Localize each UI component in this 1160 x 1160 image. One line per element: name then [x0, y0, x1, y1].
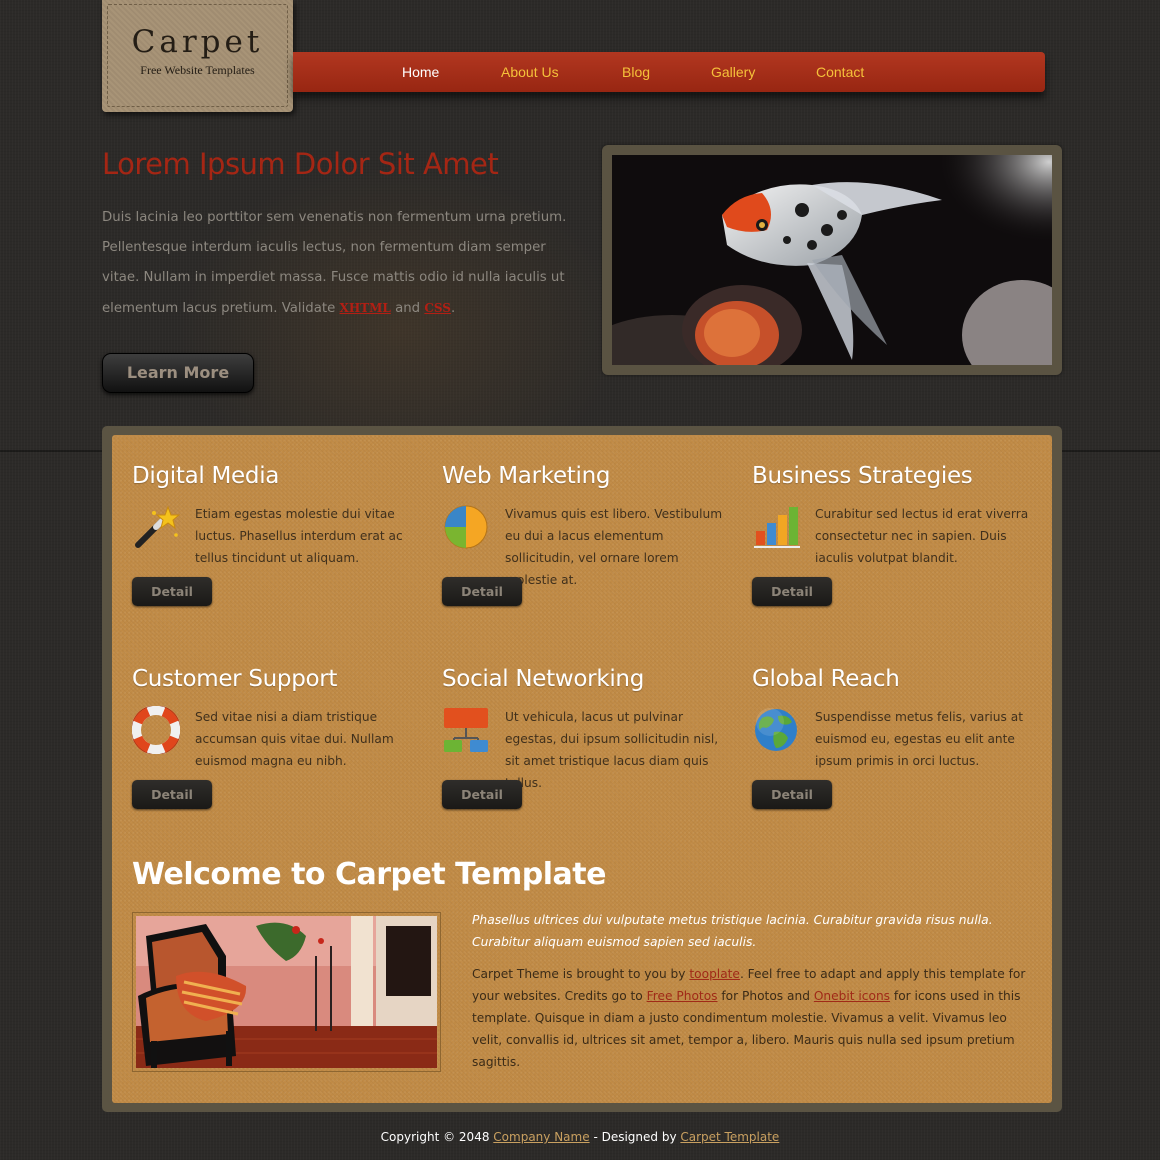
- xhtml-link[interactable]: XHTML: [340, 301, 391, 315]
- detail-button[interactable]: Detail: [442, 780, 522, 809]
- angelfish-photo: [612, 155, 1052, 365]
- nav-gallery[interactable]: Gallery: [711, 64, 755, 80]
- welcome-body-1: Carpet Theme is brought to you by: [472, 967, 686, 981]
- service-web-marketing: Web Marketing Vivamus quis est libero. V…: [442, 463, 732, 606]
- service-text: Sed vitae nisi a diam tristique accumsan…: [195, 710, 394, 768]
- bar-chart-icon: [754, 507, 800, 548]
- nav-home[interactable]: Home: [402, 64, 439, 80]
- css-link[interactable]: CSS: [424, 301, 451, 315]
- service-title: Social Networking: [442, 666, 645, 692]
- globe-icon: [755, 708, 797, 751]
- tooplate-link[interactable]: tooplate: [689, 967, 740, 981]
- service-social-networking: Social Networking Ut vehicula, lacus ut …: [442, 666, 732, 809]
- welcome-body-3: for Photos and: [721, 989, 810, 1003]
- nav-blog[interactable]: Blog: [622, 64, 650, 80]
- main-nav: Home About Us Blog Gallery Contact: [293, 52, 1045, 92]
- welcome-image-frame: [132, 912, 441, 1072]
- pie-chart-icon: [444, 505, 488, 549]
- service-title: Business Strategies: [752, 463, 973, 489]
- company-name-link[interactable]: Company Name: [493, 1130, 589, 1144]
- site-logo[interactable]: Carpet Free Website Templates: [102, 0, 293, 112]
- service-customer-support: Customer Support Sed vitae nisi a diam t…: [132, 666, 422, 809]
- onebit-icons-link[interactable]: Onebit icons: [814, 989, 890, 1003]
- hero-and: and: [395, 301, 421, 316]
- service-text: Ut vehicula, lacus ut pulvinar egestas, …: [505, 710, 719, 790]
- service-title: Customer Support: [132, 666, 338, 692]
- service-text: Vivamus quis est libero. Vestibulum eu d…: [505, 507, 723, 587]
- detail-button[interactable]: Detail: [752, 780, 832, 809]
- footer-designed-by: - Designed by: [593, 1130, 677, 1144]
- footer-copyright: Copyright © 2048: [380, 1130, 490, 1144]
- welcome-title: Welcome to Carpet Template: [132, 857, 606, 892]
- service-title: Global Reach: [752, 666, 900, 692]
- free-photos-link[interactable]: Free Photos: [647, 989, 718, 1003]
- service-digital-media: Digital Media Etiam egestas molestie dui…: [132, 463, 422, 606]
- nav-about-us[interactable]: About Us: [501, 64, 559, 80]
- content-panel: Digital Media Etiam egestas molestie dui…: [102, 426, 1062, 1112]
- magic-wand-icon: [135, 505, 180, 548]
- network-icon: [444, 708, 488, 752]
- hero-title: Lorem Ipsum Dolor Sit Amet: [102, 147, 499, 181]
- learn-more-button[interactable]: Learn More: [102, 353, 254, 393]
- welcome-body: Carpet Theme is brought to you by toopla…: [472, 963, 1037, 1073]
- detail-button[interactable]: Detail: [132, 577, 212, 606]
- hero-text: Duis lacinia leo porttitor sem venenatis…: [102, 203, 572, 324]
- welcome-intro: Phasellus ultrices dui vulputate metus t…: [472, 913, 993, 949]
- content-panel-inner: Digital Media Etiam egestas molestie dui…: [112, 435, 1052, 1103]
- detail-button[interactable]: Detail: [442, 577, 522, 606]
- logo-title: Carpet: [131, 24, 264, 60]
- service-text: Etiam egestas molestie dui vitae luctus.…: [195, 507, 403, 565]
- hero-paragraph: Duis lacinia leo porttitor sem venenatis…: [102, 210, 567, 316]
- armchair-image: [136, 916, 437, 1068]
- service-global-reach: Global Reach Suspendisse metus felis, va…: [752, 666, 1042, 809]
- hero-image-frame: [602, 145, 1062, 375]
- detail-button[interactable]: Detail: [132, 780, 212, 809]
- service-text: Suspendisse metus felis, varius at euism…: [815, 710, 1023, 768]
- service-title: Digital Media: [132, 463, 280, 489]
- nav-contact[interactable]: Contact: [816, 64, 864, 80]
- lifebuoy-icon: [132, 706, 180, 754]
- service-title: Web Marketing: [442, 463, 611, 489]
- service-text: Curabitur sed lectus id erat viverra con…: [815, 507, 1029, 565]
- service-business-strategies: Business Strategies Curabitur sed lectus…: [752, 463, 1042, 606]
- detail-button[interactable]: Detail: [752, 577, 832, 606]
- logo-subtitle: Free Website Templates: [140, 63, 255, 77]
- angelfish-image: [612, 155, 1052, 365]
- hero-period: .: [450, 301, 456, 316]
- armchair-photo: [136, 916, 437, 1068]
- footer: Copyright © 2048 Company Name - Designed…: [0, 1130, 1160, 1144]
- designer-link[interactable]: Carpet Template: [680, 1130, 779, 1144]
